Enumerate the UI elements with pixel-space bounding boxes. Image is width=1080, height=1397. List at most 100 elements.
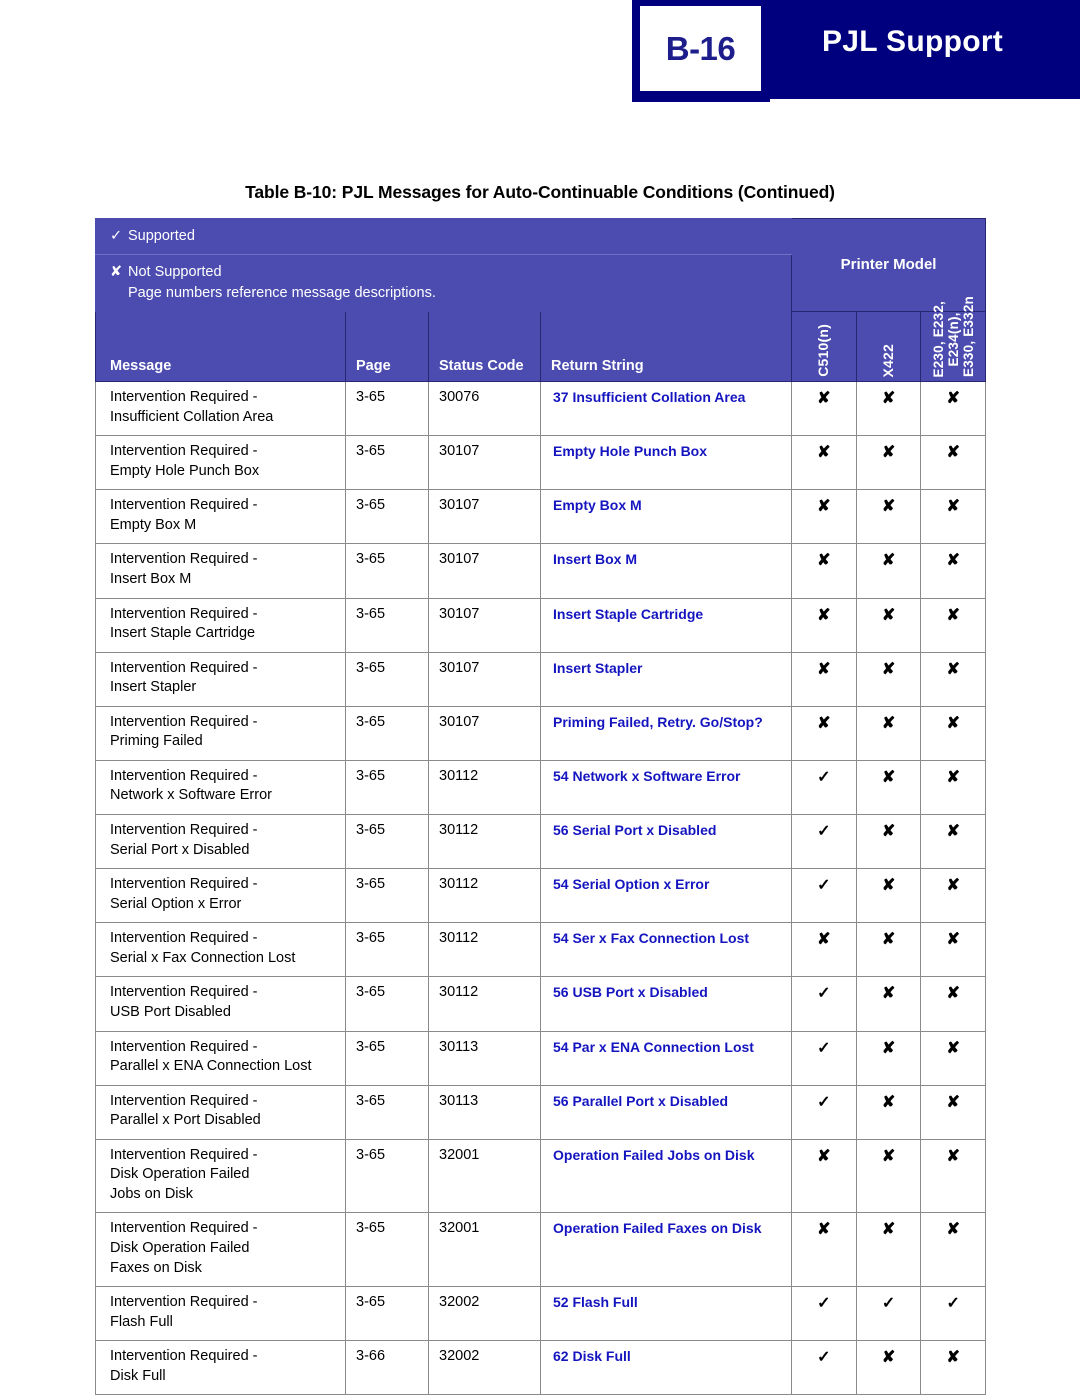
cell-status-code: 30112: [428, 814, 541, 870]
cross-icon: ✘: [110, 264, 123, 281]
support-cross-icon: ✘: [855, 1084, 922, 1140]
support-cross-icon: ✘: [855, 759, 922, 816]
message-line: Intervention Required -: [110, 876, 258, 893]
cell-return-string: Insert Stapler: [539, 651, 793, 707]
message-line: Disk Operation Failed: [110, 1240, 250, 1257]
message-line: Intervention Required -: [110, 930, 258, 947]
cell-message: Intervention Required - Serial Option x E…: [95, 868, 346, 924]
support-cross-icon: ✘: [855, 705, 922, 761]
table-row: Intervention Required - Parallel x Port D…: [95, 1084, 987, 1140]
message-line: Intervention Required -: [110, 443, 258, 460]
cell-return-string: Empty Box M: [539, 489, 793, 545]
support-cross-icon: ✘: [920, 868, 987, 924]
column-header-model-c510n: C510(n): [791, 311, 857, 383]
table-row: Intervention Required - Network x Softwar…: [95, 759, 987, 816]
support-cross-icon: ✘: [920, 1212, 987, 1288]
support-cross-icon: ✘: [791, 922, 857, 978]
legend-supported: ✓ Supported: [94, 217, 793, 256]
message-line: Faxes on Disk: [110, 1259, 202, 1276]
support-cross-icon: ✘: [791, 543, 857, 599]
table-row: Intervention Required - Parallel x ENA Co…: [95, 1030, 987, 1086]
legend-row-supported: ✓ Supported Printer Model: [94, 217, 987, 313]
cell-message: Intervention Required - Network x Softwar…: [95, 759, 346, 816]
support-cross-icon: ✘: [855, 435, 922, 491]
cell-message: Intervention Required - Parallel x Port D…: [95, 1084, 346, 1140]
legend-not-supported-label: Not Supported: [128, 264, 222, 281]
cell-page: 3-65: [345, 705, 429, 761]
cell-status-code: 32001: [428, 1138, 541, 1214]
cell-message: Intervention Required - Disk Operation Fa…: [95, 1138, 346, 1214]
cell-return-string: 54 Network x Software Error: [539, 759, 793, 816]
cell-page: 3-65: [345, 435, 429, 491]
cell-status-code: 30107: [428, 651, 541, 707]
cell-return-string: 52 Flash Full: [539, 1286, 793, 1342]
message-line: Insert Staple Cartridge: [110, 625, 256, 642]
cell-message: Intervention Required - Empty Hole Punch …: [95, 435, 346, 491]
message-line: Intervention Required -: [110, 1038, 258, 1055]
message-line: Intervention Required -: [110, 1092, 258, 1109]
column-header-model-e-series: E230, E232, E234(n), E330, E332n: [920, 296, 987, 383]
message-line: Intervention Required -: [110, 1294, 258, 1311]
cell-return-string: Empty Hole Punch Box: [539, 435, 793, 491]
support-cross-icon: ✘: [855, 651, 922, 707]
support-cross-icon: ✘: [791, 489, 857, 545]
message-line: Disk Full: [110, 1367, 166, 1384]
support-cross-icon: ✘: [855, 1212, 922, 1288]
message-line: Priming Failed: [110, 733, 203, 750]
support-cross-icon: ✘: [855, 814, 922, 870]
support-cross-icon: ✘: [855, 976, 922, 1032]
cell-page: 3-65: [345, 1084, 429, 1140]
table-row: Intervention Required - Empty Box M 3-65 30…: [95, 489, 987, 545]
message-line: Parallel x ENA Connection Lost: [110, 1058, 312, 1075]
cell-return-string: 56 USB Port x Disabled: [539, 976, 793, 1032]
message-line: Intervention Required -: [110, 389, 258, 406]
table-row: Intervention Required - Empty Hole Punch …: [95, 435, 987, 491]
cell-status-code: 32002: [428, 1286, 541, 1342]
support-cross-icon: ✘: [855, 1138, 922, 1214]
table-row: Intervention Required - Insert Staple Car…: [95, 597, 987, 653]
message-line: Network x Software Error: [110, 787, 272, 804]
table-row: Intervention Required - Insufficient Coll…: [95, 381, 987, 437]
message-line: Intervention Required -: [110, 713, 258, 730]
message-line: Serial Port x Disabled: [110, 841, 250, 858]
legend-supported-label: Supported: [128, 228, 195, 244]
support-cross-icon: ✘: [855, 868, 922, 924]
cell-page: 3-66: [345, 1340, 429, 1396]
message-line: Serial x Fax Connection Lost: [110, 949, 296, 966]
cell-status-code: 30107: [428, 489, 541, 545]
message-line: USB Port Disabled: [110, 1003, 231, 1020]
cell-message: Intervention Required - Insufficient Coll…: [95, 381, 346, 437]
page-header-banner: B-16 PJL Support: [632, 0, 1080, 99]
page-title: PJL Support: [822, 25, 1004, 58]
cell-page: 3-65: [345, 1212, 429, 1288]
table-body: Intervention Required - Insufficient Coll…: [95, 381, 987, 1396]
support-cross-icon: ✘: [791, 651, 857, 707]
support-cross-icon: ✘: [920, 1084, 987, 1140]
cell-status-code: 30112: [428, 759, 541, 816]
message-line: Intervention Required -: [110, 605, 258, 622]
support-check-icon: ✓: [791, 1084, 857, 1140]
cell-message: Intervention Required - Serial x Fax Conn…: [95, 922, 346, 978]
cell-message: Intervention Required - Insert Box M: [95, 543, 346, 599]
support-cross-icon: ✘: [920, 435, 987, 491]
cell-page: 3-65: [345, 922, 429, 978]
support-check-icon: ✓: [791, 1030, 857, 1086]
support-cross-icon: ✘: [920, 814, 987, 870]
cell-page: 3-65: [345, 868, 429, 924]
column-header-return-string: Return String: [539, 311, 793, 383]
cell-page: 3-65: [345, 489, 429, 545]
support-cross-icon: ✘: [920, 922, 987, 978]
support-check-icon: ✓: [791, 868, 857, 924]
support-cross-icon: ✘: [791, 1138, 857, 1214]
message-line: Serial Option x Error: [110, 895, 242, 912]
table-row: Intervention Required - Serial Option x E…: [95, 868, 987, 924]
message-line: Intervention Required -: [110, 659, 258, 676]
cell-message: Intervention Required - Parallel x ENA Co…: [95, 1030, 346, 1086]
table-row: Intervention Required - Serial Port x Dis…: [95, 814, 987, 870]
support-cross-icon: ✘: [791, 381, 857, 437]
column-header-page: Page: [345, 311, 429, 383]
cell-return-string: 37 Insufficient Collation Area: [539, 381, 793, 437]
table-row: Intervention Required - Disk Full 3-66 3200…: [95, 1340, 987, 1396]
message-line: Intervention Required -: [110, 1220, 258, 1237]
support-cross-icon: ✘: [791, 597, 857, 653]
